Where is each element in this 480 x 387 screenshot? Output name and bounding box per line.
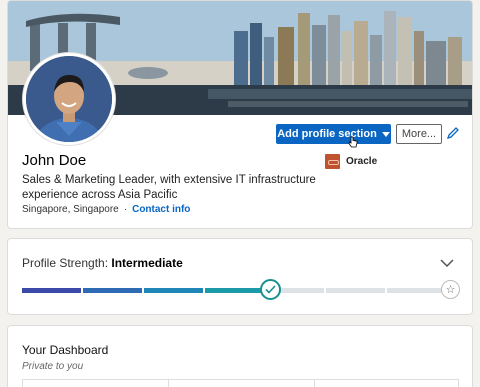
company-name: Oracle <box>346 156 378 167</box>
profile-strength-card: Profile Strength: Intermediate ☆ <box>7 238 473 315</box>
profile-photo <box>26 56 112 142</box>
meter-segment-empty <box>326 288 386 293</box>
meter-segment-filled <box>22 288 81 293</box>
progress-check-icon <box>260 279 281 300</box>
star-icon: ☆ <box>441 280 460 299</box>
caret-down-icon <box>381 131 390 137</box>
add-profile-section-button[interactable]: Add profile section <box>276 124 391 144</box>
avatar[interactable] <box>23 53 115 145</box>
profile-headline: Sales & Marketing Leader, with extensive… <box>22 174 316 201</box>
more-button[interactable]: More... <box>396 124 442 144</box>
stats-divider <box>314 380 315 387</box>
stats-divider <box>168 380 169 387</box>
profile-strength-label: Profile Strength: <box>22 256 109 270</box>
contact-info-link[interactable]: Contact info <box>132 204 190 215</box>
company-logo <box>325 154 340 169</box>
hand-cursor-icon <box>348 136 358 148</box>
add-profile-section-label: Add profile section <box>277 128 377 140</box>
meter-segment-filled <box>82 288 142 293</box>
meter-segment-filled <box>204 288 264 293</box>
meter-segment-filled <box>143 288 203 293</box>
dashboard-stats <box>22 379 459 387</box>
meter-segment-empty <box>387 288 446 293</box>
profile-strength-heading: Profile Strength: Intermediate <box>22 256 183 270</box>
dashboard-title: Your Dashboard <box>22 343 109 357</box>
dashboard-card: Your Dashboard Private to you <box>7 325 473 387</box>
chevron-down-icon[interactable] <box>440 259 454 267</box>
profile-strength-level: Intermediate <box>111 256 183 270</box>
current-company[interactable]: Oracle <box>325 154 377 169</box>
profile-location: Singapore, Singapore <box>22 204 119 215</box>
profile-strength-meter <box>22 288 446 293</box>
separator-dot: · <box>123 204 128 215</box>
pencil-icon[interactable] <box>446 126 460 140</box>
profile-name: John Doe <box>22 152 87 169</box>
location-row: Singapore, Singapore · Contact info <box>22 204 190 215</box>
dashboard-subtitle: Private to you <box>22 361 84 372</box>
profile-top-card: Add profile section More... Oracle John … <box>7 0 473 229</box>
